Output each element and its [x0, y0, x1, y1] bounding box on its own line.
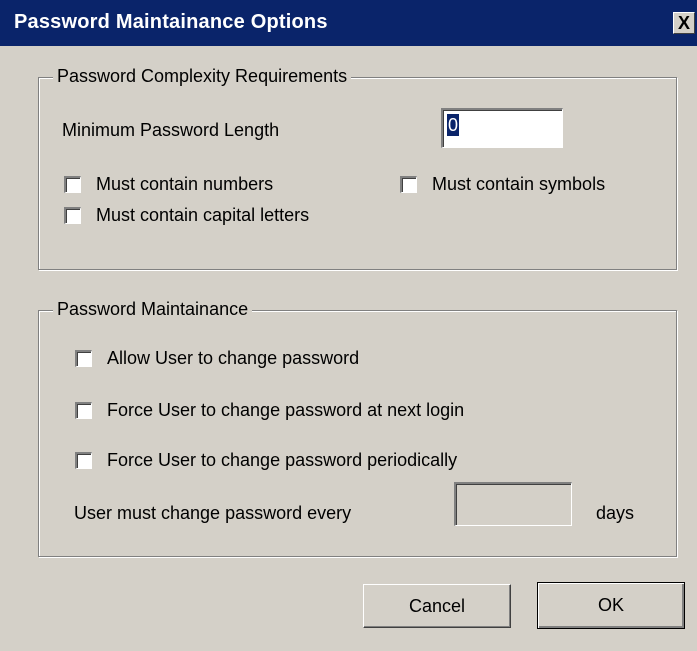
ok-button[interactable]: OK	[537, 582, 685, 629]
allow-change-checkbox[interactable]	[75, 350, 92, 367]
must-numbers-checkbox-row[interactable]: Must contain numbers	[64, 174, 273, 195]
allow-change-checkbox-row[interactable]: Allow User to change password	[75, 348, 359, 369]
allow-change-label: Allow User to change password	[107, 348, 360, 368]
must-capitals-label: Must contain capital letters	[96, 205, 310, 225]
must-capitals-checkbox-row[interactable]: Must contain capital letters	[64, 205, 309, 226]
force-next-login-label: Force User to change password at next lo…	[107, 400, 465, 420]
maintenance-group: Password Maintainance Allow User to chan…	[38, 299, 677, 557]
complexity-group-legend: Password Complexity Requirements	[53, 66, 352, 87]
close-button[interactable]: X	[673, 12, 695, 34]
cancel-button-label: Cancel	[408, 596, 466, 616]
must-numbers-label: Must contain numbers	[96, 174, 274, 194]
title-bar[interactable]: Password Maintainance Options X	[0, 0, 697, 46]
must-symbols-checkbox[interactable]	[400, 176, 417, 193]
force-periodically-label: Force User to change password periodical…	[107, 450, 458, 470]
ok-button-label: OK	[597, 595, 624, 615]
change-every-label: User must change password every	[74, 503, 352, 523]
min-length-input[interactable]: 0	[441, 108, 563, 148]
min-length-label: Minimum Password Length	[62, 120, 280, 140]
must-symbols-label: Must contain symbols	[432, 174, 606, 194]
force-next-login-checkbox-row[interactable]: Force User to change password at next lo…	[75, 400, 464, 421]
force-periodically-checkbox-row[interactable]: Force User to change password periodical…	[75, 450, 457, 471]
force-next-login-checkbox[interactable]	[75, 402, 92, 419]
days-label: days	[596, 503, 635, 523]
password-options-dialog: Password Maintainance Options X Password…	[0, 0, 697, 651]
change-every-days-input[interactable]	[454, 482, 572, 526]
cancel-button[interactable]: Cancel	[363, 584, 511, 628]
maintenance-group-legend: Password Maintainance	[53, 299, 253, 320]
force-periodically-checkbox[interactable]	[75, 452, 92, 469]
must-symbols-checkbox-row[interactable]: Must contain symbols	[400, 174, 605, 195]
close-icon: X	[677, 13, 690, 33]
must-numbers-checkbox[interactable]	[64, 176, 81, 193]
must-capitals-checkbox[interactable]	[64, 207, 81, 224]
window-title: Password Maintainance Options	[14, 11, 328, 33]
complexity-group: Password Complexity Requirements Minimum…	[38, 66, 677, 270]
min-length-value: 0	[447, 114, 460, 136]
